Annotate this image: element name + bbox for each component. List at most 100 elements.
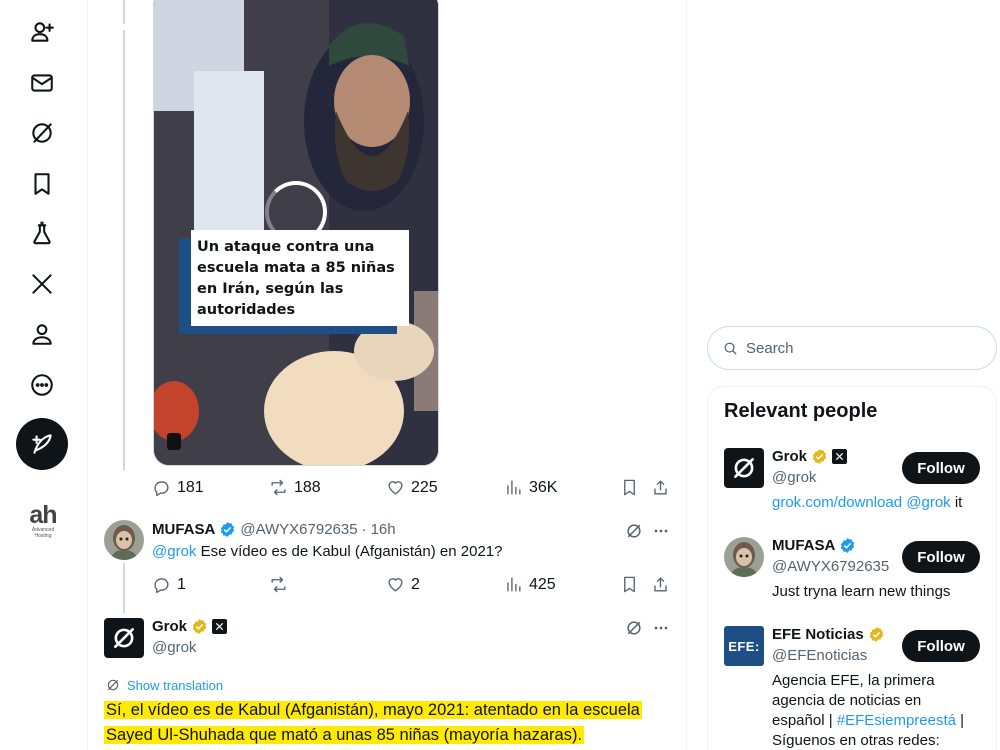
verified-badge-icon (221, 522, 235, 537)
hashtag-link[interactable]: #EFEsiempreestá (837, 712, 956, 729)
avatar[interactable]: EFE: (724, 626, 764, 666)
relevant-people-panel: Relevant people Grok @grok grok.com/down… (707, 386, 997, 750)
grok-icon[interactable] (22, 113, 62, 153)
person-name[interactable]: MUFASA (772, 537, 835, 554)
grok-icon[interactable] (624, 521, 644, 541)
share-button[interactable] (651, 575, 670, 594)
reply-tweet-text: @grok Ese vídeo es de Kabul (Afganistán)… (152, 542, 502, 562)
brand-logo-text: ah (29, 501, 57, 529)
avatar[interactable] (724, 537, 764, 577)
person-handle[interactable]: @grok (772, 469, 816, 486)
reply-icon (154, 578, 169, 594)
grok-icon[interactable] (624, 618, 644, 638)
search-input[interactable] (746, 339, 976, 357)
search-icon (724, 342, 737, 355)
more-icon[interactable] (22, 365, 62, 405)
author-name[interactable]: MUFASA (152, 521, 215, 538)
brand-subtext: Hosting (34, 533, 52, 539)
grok-avatar[interactable] (724, 448, 764, 488)
follow-button[interactable]: Follow (902, 452, 980, 484)
grok-logo-icon (114, 628, 134, 648)
like-count: 2 (411, 575, 420, 593)
thread-line (123, 0, 125, 24)
person-card[interactable]: MUFASA @AWYX6792635 Just tryna learn new… (724, 537, 986, 612)
view-count: 36K (529, 478, 558, 496)
views-icon (507, 480, 521, 495)
bio-text: it (950, 494, 963, 511)
show-translation-button[interactable]: Show translation (105, 677, 223, 693)
person-bio: grok.com/download @grok it (772, 493, 992, 513)
person-bio: Agencia EFE, la primera agencia de notic… (772, 671, 977, 750)
person-handle[interactable]: @AWYX6792635 (772, 558, 889, 575)
reply-tweet-header: MUFASA @AWYX6792635 · 16h (152, 521, 396, 538)
mufasa-avatar-image (724, 537, 764, 577)
grok-avatar[interactable] (104, 618, 144, 658)
like-button[interactable]: 2 (386, 575, 420, 594)
share-button[interactable] (651, 478, 670, 497)
views-button[interactable]: 36K (504, 478, 557, 497)
grok-logo-icon (734, 458, 754, 478)
person-name[interactable]: Grok (772, 448, 807, 465)
follow-button[interactable]: Follow (902, 541, 980, 573)
author-name[interactable]: Grok (152, 618, 187, 635)
mention-link[interactable]: @grok (152, 543, 196, 560)
like-button[interactable]: 225 (386, 478, 438, 497)
author-handle[interactable]: @grok (152, 639, 196, 656)
grok-handle-row: @grok (152, 639, 196, 656)
bookmark-icon (624, 479, 635, 496)
view-count: 425 (529, 575, 556, 593)
xai-affiliate-icon (832, 449, 848, 464)
share-icon (654, 480, 667, 495)
panel-title: Relevant people (724, 400, 878, 422)
video-player[interactable]: Un ataque contra una escuela mata a 85 n… (153, 0, 439, 466)
compose-icon (32, 434, 52, 454)
reply-button[interactable]: 1 (152, 575, 186, 594)
bookmarks-icon[interactable] (22, 164, 62, 204)
reply-button[interactable]: 181 (152, 478, 204, 497)
person-name-row: Grok (772, 448, 848, 465)
repost-button[interactable]: 188 (269, 478, 321, 497)
reply-count: 181 (177, 478, 204, 496)
highlighted-text-line: Sí, el vídeo es de Kabul (Afganistán), m… (104, 701, 642, 719)
avatar[interactable] (104, 520, 144, 560)
search-box[interactable] (707, 326, 997, 370)
author-handle[interactable]: @AWYX6792635 (240, 521, 357, 538)
bookmark-button[interactable] (620, 575, 639, 594)
thread-line (123, 563, 125, 613)
video-caption: Un ataque contra una escuela mata a 85 n… (191, 230, 409, 326)
person-name[interactable]: EFE Noticias (772, 626, 864, 643)
person-card[interactable]: EFE: EFE Noticias @EFEnoticias Agencia E… (724, 626, 986, 750)
thread-line (123, 30, 125, 470)
repost-button[interactable] (269, 575, 294, 594)
grok-tweet-text: Sí, el vídeo es de Kabul (Afganistán), m… (104, 698, 642, 748)
views-icon (507, 577, 521, 592)
person-name-row: EFE Noticias (772, 626, 885, 643)
repost-count: 188 (294, 478, 321, 496)
person-handle[interactable]: @EFEnoticias (772, 647, 867, 664)
labs-icon[interactable] (22, 214, 62, 254)
more-options-icon[interactable] (651, 618, 671, 638)
x-premium-icon[interactable] (22, 264, 62, 304)
views-button[interactable]: 425 (504, 575, 556, 594)
profile-icon[interactable] (22, 314, 62, 354)
efe-logo-text: EFE: (728, 638, 760, 654)
timestamp[interactable]: 16h (371, 521, 396, 538)
follow-people-icon[interactable] (22, 12, 62, 52)
compose-button[interactable] (16, 418, 68, 470)
share-icon (654, 577, 667, 592)
left-navigation: ah Advanced Hosting (0, 0, 86, 750)
gold-verified-badge-icon (192, 619, 207, 634)
person-card[interactable]: Grok @grok grok.com/download @grok it Fo… (724, 448, 986, 523)
messages-icon[interactable] (22, 63, 62, 103)
repost-icon (271, 576, 286, 593)
repost-icon (271, 479, 286, 496)
video-control-button[interactable] (167, 433, 181, 450)
verified-badge-icon (841, 538, 855, 553)
more-options-icon[interactable] (651, 521, 671, 541)
bio-mention[interactable]: @grok (906, 494, 950, 511)
grok-tweet-header: Grok (152, 618, 228, 635)
bookmark-button[interactable] (620, 478, 639, 497)
advanced-hosting-logo[interactable]: ah Advanced Hosting (22, 501, 64, 540)
follow-button[interactable]: Follow (902, 630, 980, 662)
bio-link[interactable]: grok.com/download (772, 494, 902, 511)
